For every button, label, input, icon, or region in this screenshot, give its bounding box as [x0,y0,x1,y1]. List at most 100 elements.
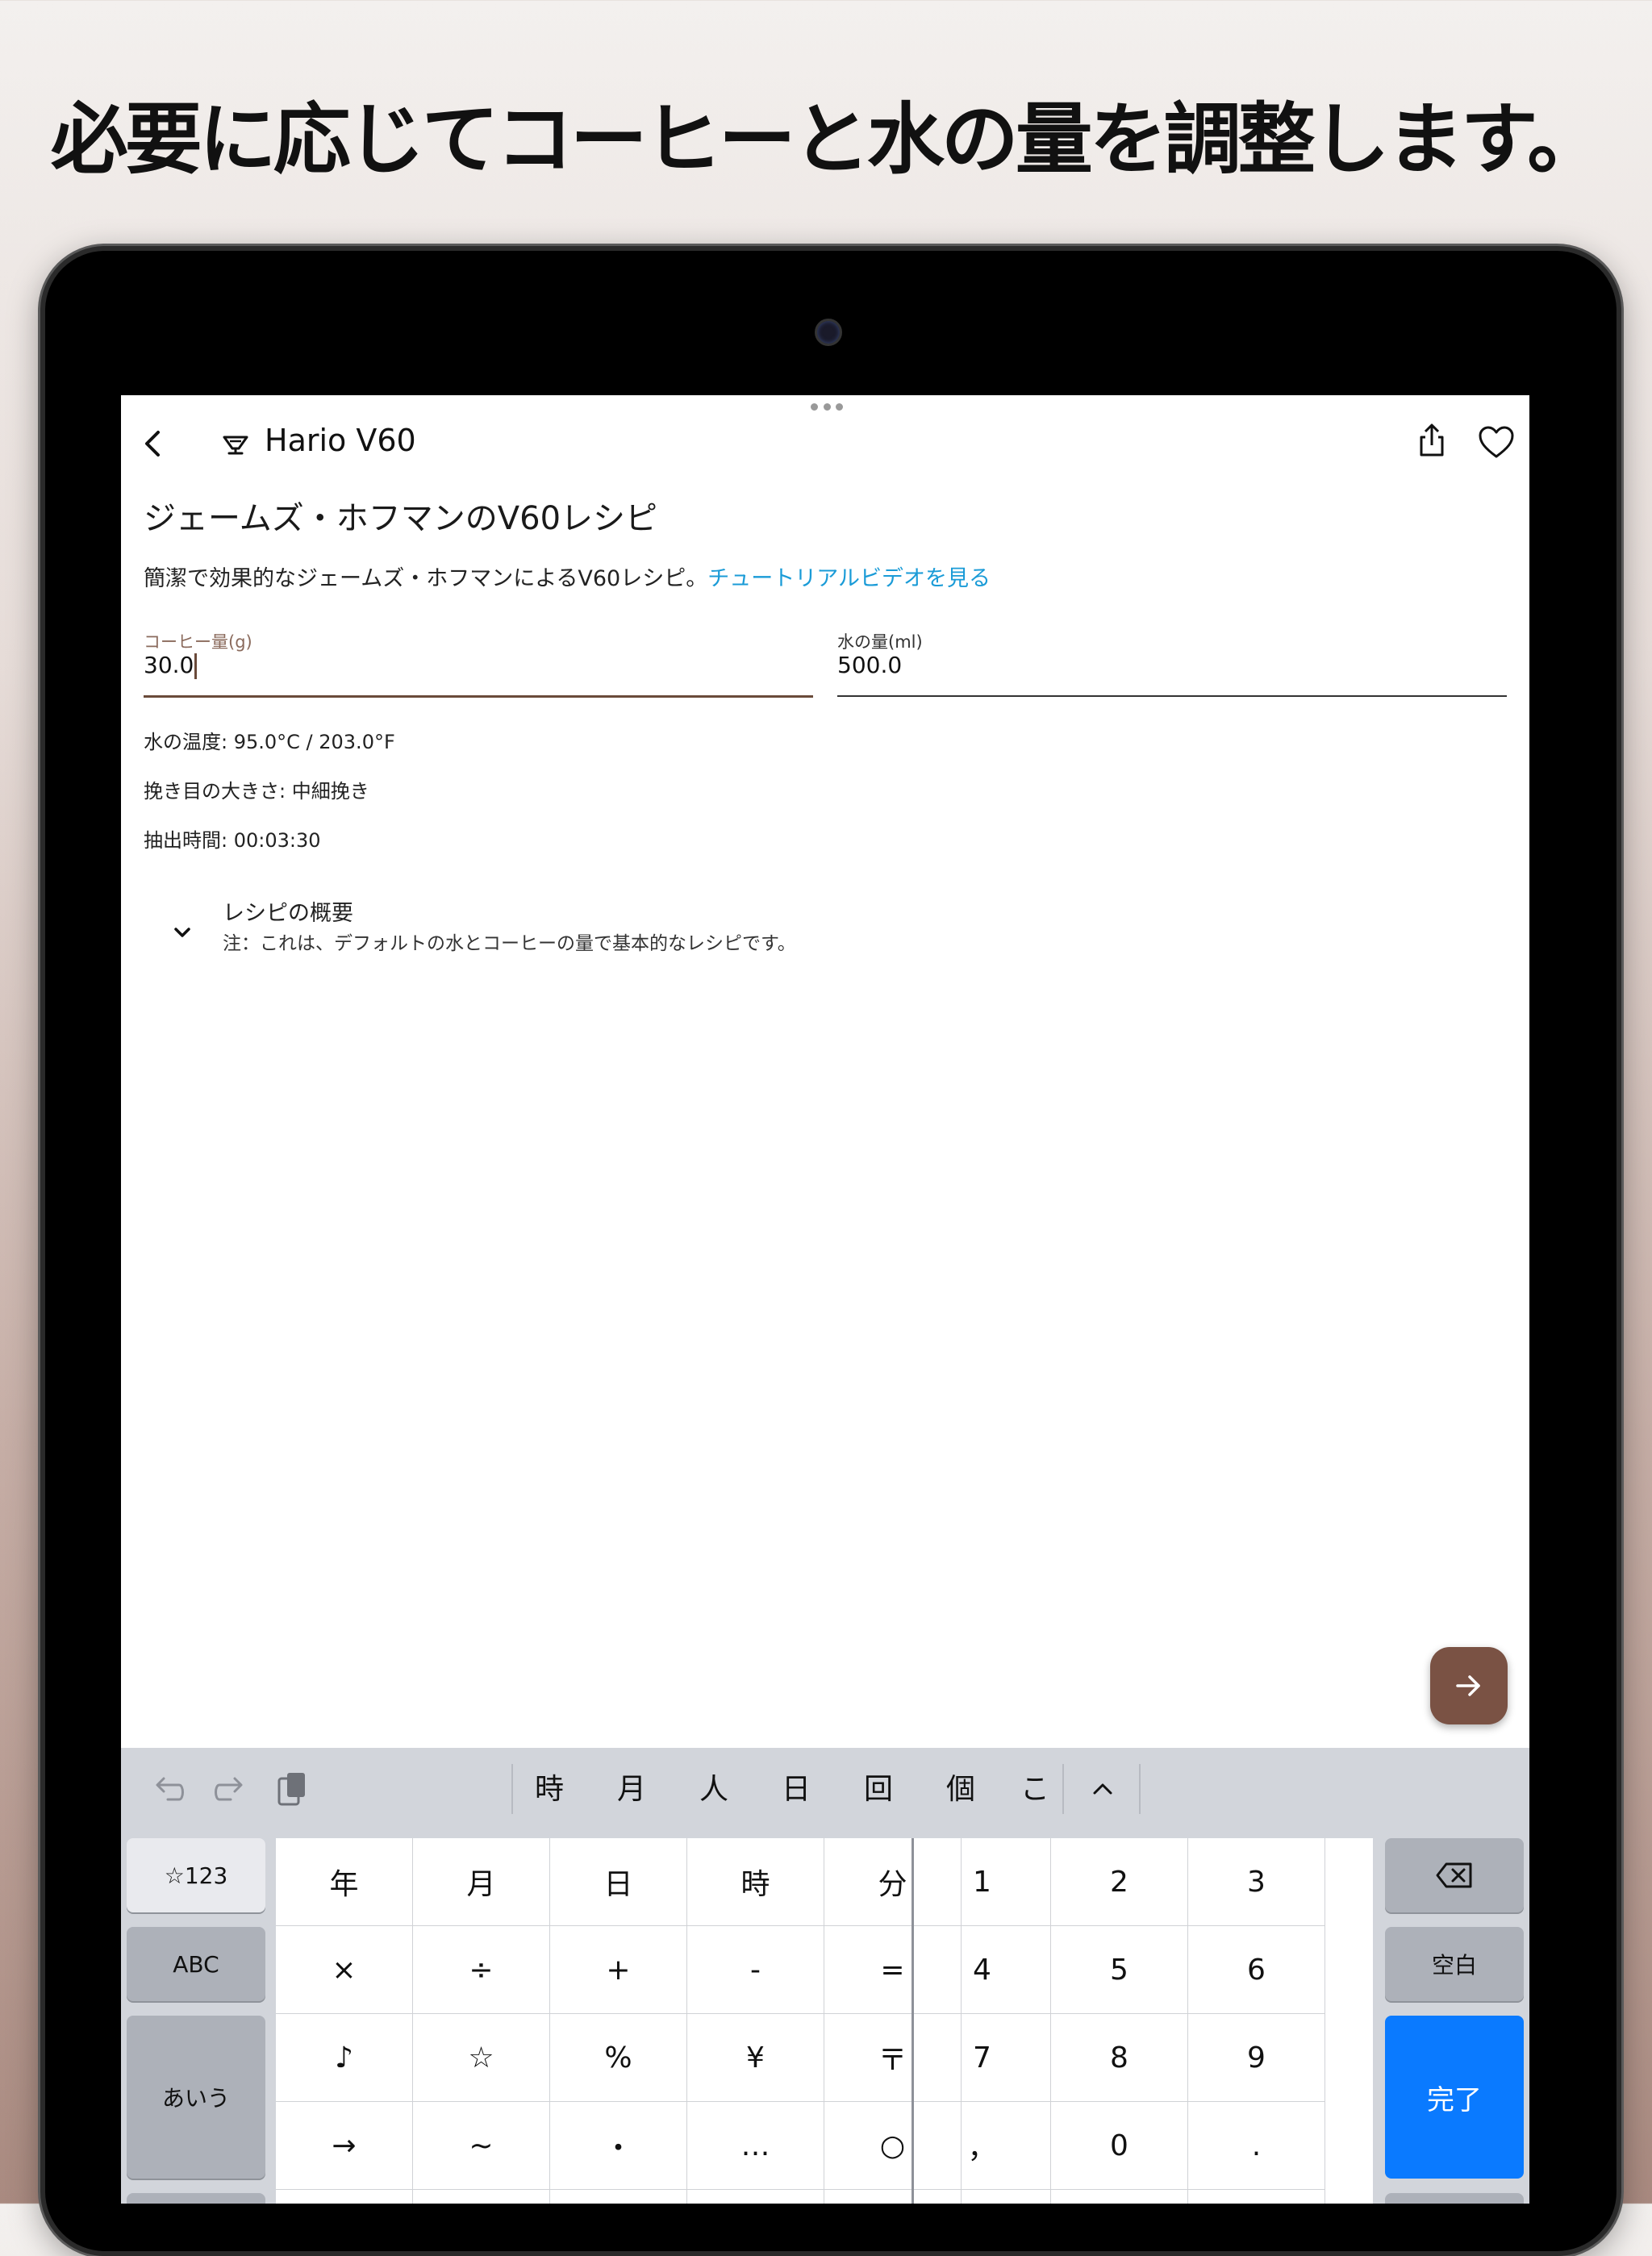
favorite-button[interactable] [1476,423,1516,463]
coffee-amount-label: コーヒー量(g) [144,632,252,652]
candidate-7[interactable]: こ [1019,1766,1051,1808]
camera-icon [815,319,842,346]
key[interactable]: + [550,1926,687,2014]
key[interactable]: × [276,1926,413,2014]
key[interactable]: ☆ [413,2014,550,2102]
next-button[interactable] [1430,1647,1508,1724]
paste-button[interactable] [271,1769,311,1809]
key[interactable]: . [1188,2102,1325,2190]
key[interactable]: 9 [1188,2014,1325,2102]
key[interactable] [276,2190,413,2204]
headline: 必要に応じてコーヒーと水の量を調整します。 [50,94,1604,185]
bottom-right-key[interactable] [1385,2193,1524,2204]
key[interactable] [413,2190,550,2204]
key[interactable]: 日 [550,1838,687,1926]
key[interactable]: ¥ [687,2014,824,2102]
dripper-icon [219,429,252,461]
done-key[interactable]: 完了 [1385,2016,1524,2179]
symbols-mode-key[interactable]: ☆123 [127,1838,265,1912]
coffee-amount-input[interactable]: 30.0 [144,652,198,679]
recipe-description: 簡潔で効果的なジェームズ・ホフマンによるV60レシピ。チュートリアルビデオを見る [144,561,991,592]
redo-button[interactable] [210,1769,250,1809]
water-amount-input[interactable]: 500.0 [837,652,902,678]
key[interactable]: 5 [1051,1926,1188,2014]
coffee-amount-value: 30.0 [144,652,194,678]
key[interactable]: 3 [1188,1838,1325,1926]
chevron-left-icon [145,431,160,457]
key[interactable]: 8 [1051,2014,1188,2102]
back-button[interactable] [136,426,171,461]
water-amount-field[interactable]: 水の量(ml) 500.0 [837,629,1507,697]
candidate-5[interactable]: 回 [854,1766,903,1808]
key[interactable]: 2 [1051,1838,1188,1926]
candidate-6[interactable]: 個 [937,1766,985,1808]
key[interactable]: 年 [276,1838,413,1926]
undo-button[interactable] [148,1769,189,1809]
backspace-icon [1436,1862,1472,1888]
clipboard-icon [277,1773,305,1806]
key[interactable]: ・ [550,2102,687,2190]
key[interactable]: 時 [687,1838,824,1926]
key-grid: 年月日時分 × ÷ + - = ♪ ☆% ¥ 〒 → ~ ・… ○ 1 2 3 4 5 6 7 8 9， 0. [276,1838,1373,2204]
keyboard-toolbar: 時 月 人 日 回 個 こ [121,1748,1529,1829]
summary-note: 注：これは、デフォルトの水とコーヒーの量で基本的なレシピです。 [223,933,796,954]
redo-icon [215,1777,243,1801]
key[interactable]: 0 [1051,2102,1188,2190]
candidate-3[interactable]: 人 [690,1766,738,1808]
key[interactable]: … [687,2102,824,2190]
app-title: Hario V60 [265,423,416,458]
key[interactable]: ÷ [413,1926,550,2014]
text-cursor [194,653,198,679]
undo-icon [156,1777,184,1801]
toolbar-divider [511,1764,513,1814]
share-icon [1420,423,1444,457]
arrow-right-icon [1456,1675,1480,1696]
key[interactable] [1051,2190,1188,2204]
summary-title: レシピの概要 [223,901,353,926]
candidate-2[interactable]: 月 [607,1766,656,1808]
heart-icon [1479,426,1514,458]
brew-time: 抽出時間: 00:03:30 [144,829,321,852]
key[interactable]: ♪ [276,2014,413,2102]
coffee-amount-field[interactable]: コーヒー量(g) 30.0 [144,629,813,698]
share-button[interactable] [1412,421,1452,461]
abc-mode-key[interactable]: ABC [127,1927,265,2001]
recipe-description-text: 簡潔で効果的なジェームズ・ホフマンによるV60レシピ。 [144,566,708,591]
key[interactable]: 6 [1188,1926,1325,2014]
tutorial-video-link[interactable]: チュートリアルビデオを見る [707,566,991,591]
recipe-summary-expander[interactable]: レシピの概要 注：これは、デフォルトの水とコーヒーの量で基本的なレシピです。 [169,895,976,968]
grind-size: 挽き目の大きさ: 中細挽き [144,780,369,803]
toolbar-divider [1062,1764,1064,1814]
key[interactable]: 1 [914,1838,1051,1926]
water-amount-label: 水の量(ml) [837,632,923,652]
chevron-up-icon [1093,1783,1112,1795]
space-key[interactable]: 空白 [1385,1927,1524,2001]
chevron-down-icon [174,928,190,937]
key[interactable] [1188,2190,1325,2204]
key[interactable]: → [276,2102,413,2190]
app-bar: Hario V60 [121,411,1529,476]
key-grid-divider [912,1838,914,2204]
key[interactable]: 4 [914,1926,1051,2014]
water-temperature: 水の温度: 95.0°C / 203.0°F [144,731,395,753]
multitasking-handle[interactable] [811,402,843,411]
key[interactable]: 月 [413,1838,550,1926]
kana-mode-key[interactable]: あいう [127,2016,265,2179]
key[interactable] [550,2190,687,2204]
on-screen-keyboard: 時 月 人 日 回 個 こ ☆123 ABC あいう 年月日時分 × ÷ + - = ♪ ☆%… [121,1748,1529,2204]
key[interactable]: ~ [413,2102,550,2190]
expand-candidates-button[interactable] [1083,1769,1123,1809]
candidate-1[interactable]: 時 [525,1766,574,1808]
key[interactable]: % [550,2014,687,2102]
key[interactable]: ， [914,2102,1051,2190]
candidate-4[interactable]: 日 [772,1766,820,1808]
key[interactable] [914,2190,1051,2204]
app-screen: Hario V60 ジェームズ・ホフマンのV60レシピ 簡潔で効果的なジェームズ… [121,395,1529,2204]
backspace-key[interactable] [1385,1838,1524,1912]
key[interactable]: 7 [914,2014,1051,2102]
toolbar-divider [1139,1764,1141,1814]
key[interactable] [687,2190,824,2204]
key[interactable]: - [687,1926,824,2014]
globe-key[interactable] [127,2193,265,2204]
recipe-title: ジェームズ・ホフマンのV60レシピ [144,500,658,537]
